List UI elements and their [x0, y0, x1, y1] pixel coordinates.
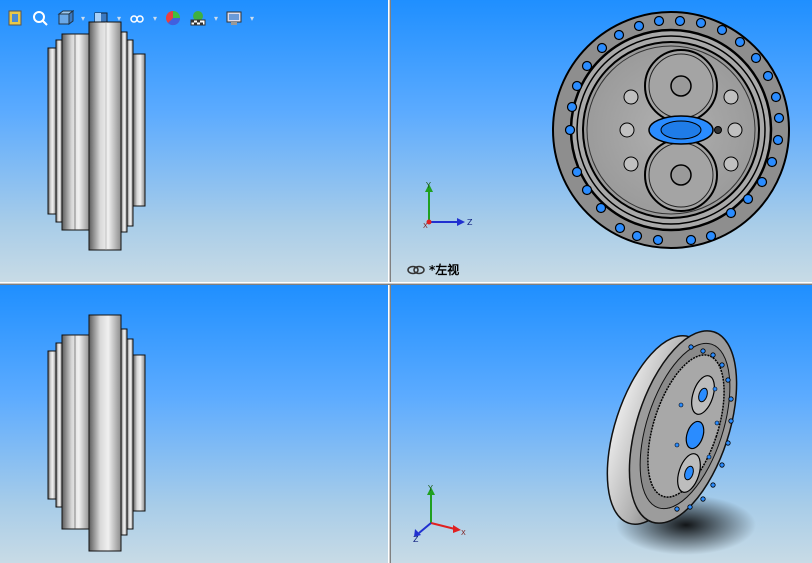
part-front-view[interactable] — [391, 0, 812, 282]
viewport-splitter-horizontal[interactable] — [0, 282, 812, 285]
svg-text:Y: Y — [427, 484, 433, 493]
part-side-view-top-left[interactable] — [0, 0, 388, 282]
svg-text:Z: Z — [467, 218, 473, 227]
coordinate-triad-iso: Y Z X — [413, 484, 466, 543]
link-views-icon[interactable] — [407, 265, 425, 275]
svg-text:X: X — [461, 529, 466, 537]
viewport-bottom-left[interactable] — [0, 285, 388, 563]
viewport-top-left[interactable]: ▾ ▾ ▾ ▾ ▾ — [0, 0, 388, 282]
svg-text:Y: Y — [425, 181, 431, 190]
viewport-bottom-right[interactable]: Y Z X — [391, 285, 812, 563]
part-side-view-bottom-left[interactable] — [0, 285, 388, 563]
view-name-label: *左视 — [407, 261, 459, 278]
view-name-text: *左视 — [429, 263, 460, 277]
svg-text:X: X — [423, 222, 428, 230]
svg-text:Z: Z — [413, 535, 419, 543]
viewport-top-right[interactable]: Y Z X *左视 — [391, 0, 812, 282]
coordinate-triad: Y Z X — [423, 181, 473, 230]
